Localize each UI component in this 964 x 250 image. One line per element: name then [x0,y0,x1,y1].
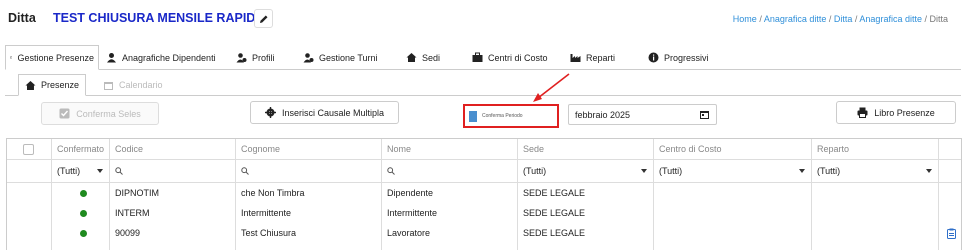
calendar-icon[interactable] [699,109,710,120]
col-nome[interactable]: Nome [381,139,517,159]
tab-calendario[interactable]: Calendario [103,74,163,96]
user-clock-icon [303,53,314,63]
chevron-down-icon [641,169,647,173]
col-reparto[interactable]: Reparto [811,139,938,159]
tab-sedi[interactable]: Sedi [406,45,440,70]
main-tabs: Gestione Presenze Anagrafiche Dipendenti… [5,45,961,70]
chevron-down-icon [926,169,932,173]
filter-sede[interactable]: (Tutti) [517,160,653,182]
filter-centro-di-costo[interactable]: (Tutti) [653,160,811,182]
calendar-icon [10,56,13,59]
search-icon [241,167,249,175]
cell-codice: INTERM [115,208,150,218]
filter-confermato[interactable]: (Tutti) [51,160,109,182]
confirmed-dot [74,203,87,223]
table-row[interactable]: DIPNOTIM che Non Timbra Dipendente SEDE … [7,183,961,203]
breadcrumb-anagrafica-ditte-2[interactable]: Anagrafica ditte [859,14,922,24]
col-centro-di-costo[interactable]: Centro di Costo [653,139,811,159]
tab-profili[interactable]: Profili [236,45,275,70]
libro-presenze-button[interactable]: Libro Presenze [836,101,956,124]
breadcrumb-current: Ditta [929,14,948,24]
chevron-down-icon [799,169,805,173]
cell-cognome: Intermittente [241,208,292,218]
month-value: febbraio 2025 [575,109,631,120]
inserisci-causale-multipla-button[interactable]: Inserisci Causale Multipla [250,101,399,124]
col-sede[interactable]: Sede [517,139,653,159]
breadcrumb-home[interactable]: Home [733,14,757,24]
cell-cognome: che Non Timbra [241,188,305,198]
confirmed-dot [74,183,87,203]
cell-codice: DIPNOTIM [115,188,159,198]
cell-nome: Lavoratore [387,228,431,238]
conferma-selezionati-button[interactable]: Conferma Seles [41,102,159,125]
select-all-cell [17,139,47,159]
sub-tabs: Presenze Calendario [5,74,961,96]
col-cognome[interactable]: Cognome [235,139,381,159]
calendar-icon [104,81,113,90]
cell-cognome: Test Chiusura [241,228,297,238]
col-codice[interactable]: Codice [109,139,235,159]
filter-codice[interactable] [109,160,235,182]
user-icon [107,53,116,63]
row-action-cell [941,223,956,243]
grid-header-row: Confermato Codice Cognome Nome Sede Cent… [7,139,961,160]
ditta-label: Ditta [8,11,36,25]
select-all-checkbox[interactable] [23,143,34,155]
edit-company-button[interactable] [254,9,273,28]
cell-sede: SEDE LEGALE [523,208,586,218]
cell-nome: Dipendente [387,188,434,198]
conferma-periodo-button[interactable]: Conferma Periodo [469,110,553,122]
filter-cognome[interactable] [235,160,381,182]
breadcrumb-anagrafica-ditte[interactable]: Anagrafica ditte [764,14,827,24]
breadcrumb-ditta[interactable]: Ditta [834,14,853,24]
breadcrumb: Home / Anagrafica ditte / Ditta / Anagra… [732,14,948,24]
cell-nome: Intermittente [387,208,438,218]
filter-reparto[interactable]: (Tutti) [811,160,938,182]
chevron-down-icon [97,169,103,173]
clipboard-icon[interactable] [947,228,956,239]
presenze-grid: Confermato Codice Cognome Nome Sede Cent… [6,138,962,250]
tab-centri-di-costo[interactable]: Centri di Costo [472,45,548,70]
periodo-swatch [469,110,477,122]
grid-filter-row: (Tutti) (Tutti) (Tutti) (Tutti) [7,160,961,183]
month-picker[interactable]: febbraio 2025 [568,104,717,125]
tab-gestione-turni[interactable]: Gestione Turni [303,45,378,70]
industry-icon [570,54,581,62]
tab-anagrafiche-dipendenti[interactable]: Anagrafiche Dipendenti [106,45,216,70]
table-row[interactable]: INTERM Intermittente Intermittente SEDE … [7,203,961,223]
confirmed-dot [74,223,87,243]
gear-icon [264,107,276,118]
filter-nome[interactable] [381,160,517,182]
company-name: TEST CHIUSURA MENSILE RAPIDA [53,11,265,25]
annotation-highlight-box: Conferma Periodo [463,104,559,128]
house-icon [25,80,36,90]
search-icon [115,167,123,175]
cell-sede: SEDE LEGALE [523,228,586,238]
info-icon [648,52,659,63]
col-confermato[interactable]: Confermato [51,139,109,159]
check-square-icon [59,108,70,119]
search-icon [387,167,395,175]
home-icon [406,53,417,62]
printer-icon [857,107,868,118]
tab-reparti[interactable]: Reparti [570,45,615,70]
user-cog-icon [236,53,247,63]
tab-progressivi[interactable]: Progressivi [648,45,709,70]
pencil-icon [259,15,267,23]
cell-codice: 90099 [115,228,141,238]
cell-sede: SEDE LEGALE [523,188,586,198]
tab-presenze[interactable]: Presenze [18,74,86,96]
tab-gestione-presenze[interactable]: Gestione Presenze [5,45,99,70]
briefcase-icon [472,52,483,62]
table-row[interactable]: 90099 Test Chiusura Lavoratore SEDE LEGA… [7,223,961,243]
